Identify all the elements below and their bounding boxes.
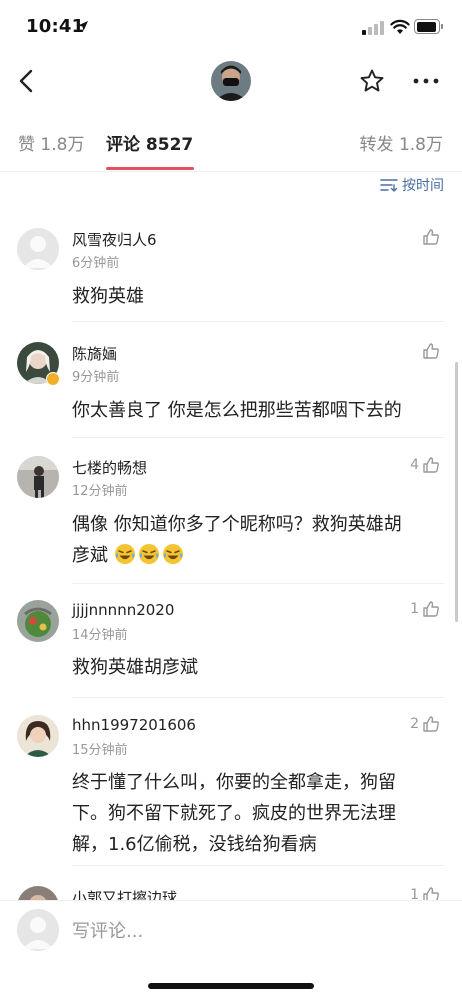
location-arrow-icon (77, 17, 89, 36)
tab-comments[interactable]: 评论 8527 (106, 130, 193, 155)
thumbs-up-icon (423, 343, 439, 359)
comment-text-line: 彦斌 (72, 545, 108, 566)
active-tab-indicator (106, 167, 194, 170)
laughing-crying-emoji-icon (114, 544, 135, 564)
comment-time: 14分钟前 (72, 628, 128, 643)
like-button[interactable] (419, 226, 440, 248)
comment-divider (72, 583, 444, 584)
like-button[interactable]: 2 (410, 713, 440, 735)
comment-username[interactable]: 小郭又打擦边球 (72, 887, 177, 900)
verified-badge-icon (46, 372, 60, 386)
comment-time: 6分钟前 (72, 256, 120, 271)
like-button[interactable]: 4 (410, 454, 440, 476)
comment-text-line: 救狗英雄胡彦斌 (72, 657, 198, 678)
like-count: 2 (410, 716, 419, 732)
comment-time: 15分钟前 (72, 743, 128, 758)
like-button[interactable]: 1 (410, 884, 440, 900)
comment-text-line: 终于懂了什么叫，你要的全都拿走，狗留 (72, 772, 396, 793)
wifi-icon (390, 19, 410, 39)
scrollbar[interactable] (455, 362, 458, 622)
like-button[interactable]: 1 (410, 598, 440, 620)
nav-bar (0, 52, 462, 110)
comment-divider (72, 437, 444, 438)
comment-divider (72, 321, 444, 322)
comment-divider (72, 865, 444, 866)
comment-item: 七楼的畅想 12分钟前 4 偶像 你知道你多了个昵称吗？救狗英雄胡 彦斌 (0, 452, 462, 584)
status-time: 10:41 (26, 16, 85, 37)
home-indicator[interactable] (148, 983, 314, 989)
more-button[interactable] (410, 67, 442, 95)
tab-bar: 赞 1.8万 评论 8527 转发 1.8万 (0, 110, 462, 172)
comment-time: 9分钟前 (72, 370, 120, 385)
thumbs-up-icon (423, 716, 439, 732)
comment-item: 小郭又打擦边球 1 (0, 882, 462, 900)
comment-content: 救狗英雄胡彦斌 (72, 652, 447, 683)
tab-likes[interactable]: 赞 1.8万 (18, 130, 84, 155)
comment-text-line: 救狗英雄 (72, 286, 144, 307)
favorite-button[interactable] (358, 67, 386, 95)
thumbs-up-icon (423, 887, 439, 900)
user-avatar[interactable] (17, 228, 59, 270)
comment-input[interactable]: 写评论... (72, 917, 432, 945)
comment-username[interactable]: jjjjnnnnn2020 (72, 601, 174, 619)
comment-content: 偶像 你知道你多了个昵称吗？救狗英雄胡 彦斌 (72, 509, 447, 571)
like-button[interactable] (419, 340, 440, 362)
tab-reposts[interactable]: 转发 1.8万 (360, 130, 443, 155)
laughing-crying-emoji-icon (162, 544, 183, 564)
current-user-avatar (17, 909, 59, 951)
thumbs-up-icon (423, 229, 439, 245)
sort-button[interactable]: 按时间 (380, 174, 444, 196)
comment-username[interactable]: 陈旖婳 (72, 343, 117, 364)
comment-text-line: 下。狗不留下就死了。疯皮的世界无法理 (72, 803, 396, 824)
comment-time: 12分钟前 (72, 484, 128, 499)
comment-content: 救狗英雄 (72, 281, 447, 312)
user-avatar[interactable] (17, 600, 59, 642)
comment-item: jjjjnnnnn2020 14分钟前 1 救狗英雄胡彦斌 (0, 596, 462, 698)
back-button[interactable] (12, 66, 40, 96)
laughing-crying-emoji-icon (138, 544, 159, 564)
comment-content: 终于懂了什么叫，你要的全都拿走，狗留 下。狗不留下就死了。疯皮的世界无法理 解，… (72, 767, 447, 860)
more-horizontal-icon (413, 78, 439, 84)
comment-text-line: 偶像 你知道你多了个昵称吗？救狗英雄胡 (72, 514, 402, 535)
thumbs-up-icon (423, 457, 439, 473)
user-avatar[interactable] (17, 456, 59, 498)
comment-username[interactable]: 风雪夜归人6 (72, 229, 157, 250)
chevron-left-icon (19, 69, 33, 93)
status-bar: 10:41 (0, 0, 462, 50)
comment-divider (72, 697, 444, 698)
comment-item: hhn1997201606 15分钟前 2 终于懂了什么叫，你要的全都拿走，狗留… (0, 711, 462, 866)
thumbs-up-icon (423, 601, 439, 617)
like-count: 4 (410, 457, 419, 473)
comment-content: 你太善良了 你是怎么把那些苦都咽下去的 (72, 395, 447, 426)
battery-icon (414, 19, 444, 35)
sort-icon (380, 179, 398, 192)
author-avatar[interactable] (211, 61, 251, 101)
comment-text-line: 你太善良了 你是怎么把那些苦都咽下去的 (72, 400, 402, 421)
user-avatar[interactable] (17, 886, 59, 900)
like-count: 1 (410, 601, 419, 617)
user-avatar[interactable] (17, 715, 59, 757)
comment-text-line: 解，1.6亿偷税，没钱给狗看病 (72, 834, 317, 855)
like-count: 1 (410, 887, 419, 900)
comment-text-line-with-emoji: 彦斌 (72, 540, 447, 571)
star-outline-icon (360, 69, 384, 92)
comment-item: 风雪夜归人6 6分钟前 救狗英雄 (0, 224, 462, 322)
comment-item: 陈旖婳 9分钟前 你太善良了 你是怎么把那些苦都咽下去的 (0, 338, 462, 438)
comment-username[interactable]: hhn1997201606 (72, 716, 196, 734)
cellular-signal-icon (362, 21, 384, 35)
comment-username[interactable]: 七楼的畅想 (72, 457, 147, 478)
sort-label: 按时间 (402, 178, 444, 194)
